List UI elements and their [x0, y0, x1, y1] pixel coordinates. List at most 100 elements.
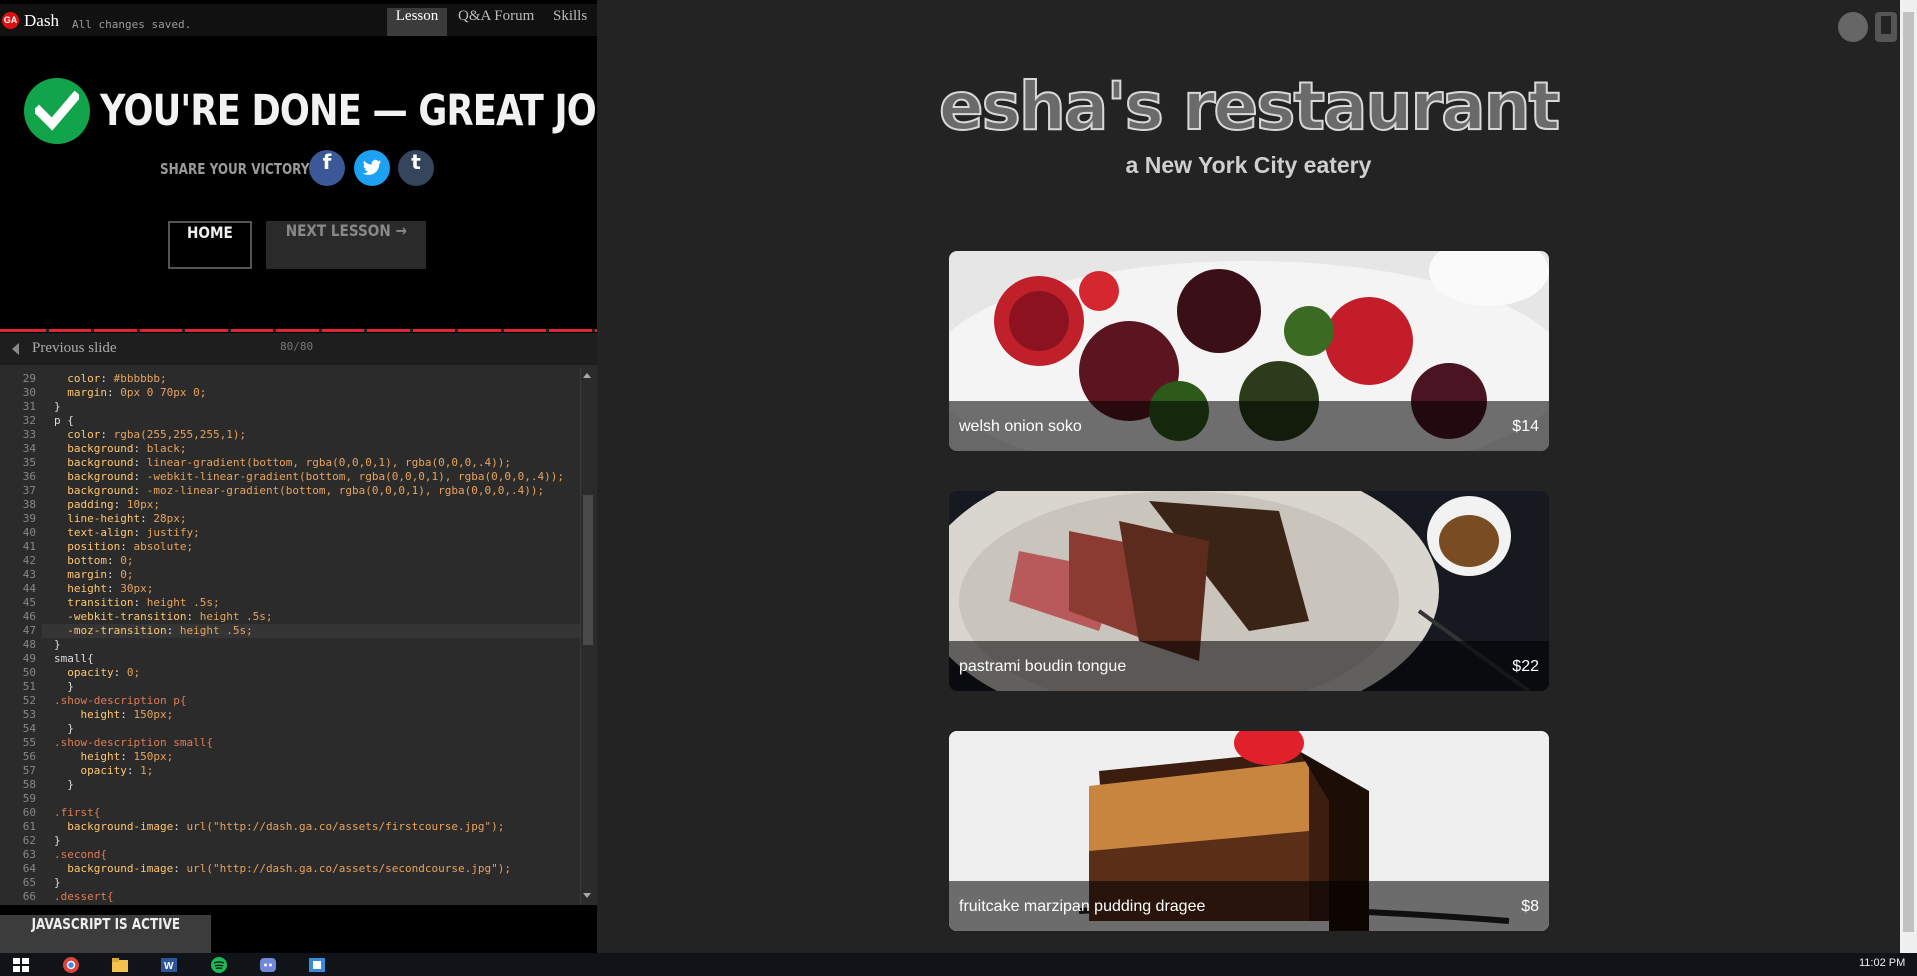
app-icon[interactable]	[308, 957, 326, 973]
code-line[interactable]: .show-description small{	[54, 736, 213, 750]
tab-qa-forum[interactable]: Q&A Forum	[450, 8, 542, 36]
code-line[interactable]: opacity: 0;	[54, 666, 140, 680]
line-number: 56	[22, 750, 36, 763]
line-number: 66	[22, 890, 36, 903]
code-line[interactable]: height: 150px;	[54, 708, 173, 722]
code-line[interactable]: transition: height .5s;	[54, 596, 219, 610]
twitter-icon[interactable]	[354, 150, 390, 186]
code-line[interactable]: -moz-transition: height .5s;	[54, 624, 252, 638]
dash-brand[interactable]: Dash	[24, 11, 59, 31]
progress-tick	[182, 329, 185, 332]
code-line[interactable]: height: 30px;	[54, 582, 153, 596]
scroll-down-icon[interactable]	[583, 893, 591, 898]
code-line[interactable]: position: absolute;	[54, 540, 193, 554]
code-line[interactable]: small{	[54, 652, 94, 666]
code-line[interactable]: .show-description p{	[54, 694, 186, 708]
code-line[interactable]: bottom: 0;	[54, 554, 133, 568]
line-number: 52	[22, 694, 36, 707]
line-number: 41	[22, 540, 36, 553]
code-line[interactable]: height: 150px;	[54, 750, 173, 764]
discord-icon[interactable]	[259, 957, 277, 973]
home-button-label: HOME	[187, 223, 233, 242]
code-line[interactable]: }	[54, 680, 74, 694]
lesson-panel: GA Dash All changes saved. Lesson Q&A Fo…	[0, 0, 638, 953]
line-number: 40	[22, 526, 36, 539]
code-line[interactable]: background-image: url("http://dash.ga.co…	[54, 820, 504, 834]
line-number: 47	[22, 624, 36, 637]
code-line[interactable]: margin: 0;	[54, 568, 133, 582]
next-lesson-button[interactable]: NEXT LESSON →	[266, 221, 426, 269]
file-explorer-icon[interactable]	[111, 957, 129, 973]
preview-scrollbar-thumb[interactable]	[1903, 12, 1914, 932]
check-icon	[24, 78, 90, 144]
progress-tick	[500, 329, 504, 332]
word-icon[interactable]: W	[160, 957, 178, 973]
chrome-icon[interactable]	[62, 957, 80, 973]
line-number: 61	[22, 820, 36, 833]
ga-logo-icon[interactable]: GA	[2, 12, 19, 29]
lesson-progress-bar	[0, 329, 597, 332]
line-number: 58	[22, 778, 36, 791]
view-toggle-icon[interactable]	[1838, 12, 1868, 42]
code-line[interactable]: -webkit-transition: height .5s;	[54, 610, 272, 624]
progress-tick	[455, 329, 458, 332]
code-line[interactable]: color: rgba(255,255,255,1);	[54, 428, 246, 442]
mobile-preview-icon[interactable]	[1875, 12, 1897, 42]
line-number: 37	[22, 484, 36, 497]
line-number: 32	[22, 414, 36, 427]
line-number: 31	[22, 400, 36, 413]
taskbar-clock[interactable]: 11:02 PM	[1859, 957, 1905, 969]
screen: GA Dash All changes saved. Lesson Q&A Fo…	[0, 0, 1917, 976]
line-number: 64	[22, 862, 36, 875]
tab-skills[interactable]: Skills	[545, 8, 595, 36]
code-line[interactable]: }	[54, 834, 61, 848]
completion-title: YOU'RE DONE — GREAT JOB!	[100, 86, 638, 136]
spotify-icon[interactable]	[210, 957, 228, 973]
windows-start-icon[interactable]	[12, 957, 30, 973]
line-number: 38	[22, 498, 36, 511]
code-line[interactable]: background: -moz-linear-gradient(bottom,…	[54, 484, 544, 498]
code-line[interactable]: background-image: url("http://dash.ga.co…	[54, 862, 511, 876]
code-line[interactable]: padding: 10px;	[54, 498, 160, 512]
code-line[interactable]: }	[54, 778, 74, 792]
code-line[interactable]: color: #bbbbbb;	[54, 372, 166, 386]
save-status: All changes saved.	[72, 18, 192, 31]
tab-lesson[interactable]: Lesson	[387, 8, 447, 36]
facebook-icon[interactable]: f	[309, 150, 345, 186]
progress-tick	[45, 329, 49, 332]
dish-card[interactable]: welsh onion soko $14	[949, 251, 1549, 451]
code-line[interactable]: background: -webkit-linear-gradient(bott…	[54, 470, 564, 484]
code-editor[interactable]: 29 30 31 32 33 34 35 36 37 38 39 40 41 42 43 44 45 46 47 48…	[0, 365, 597, 905]
code-line[interactable]: }	[54, 400, 61, 414]
code-line[interactable]: p {	[54, 414, 74, 428]
line-number: 30	[22, 386, 36, 399]
line-gutter: 29 30 31 32 33 34 35 36 37 38 39 40 41 42 43 44 45 46 47 48…	[0, 365, 42, 905]
line-number: 42	[22, 554, 36, 567]
code-line[interactable]: }	[54, 638, 61, 652]
code-line[interactable]: line-height: 28px;	[54, 512, 186, 526]
dish-card[interactable]: fruitcake marzipan pudding dragee $8	[949, 731, 1549, 931]
code-line[interactable]: background: black;	[54, 442, 186, 456]
editor-scrollbar-thumb[interactable]	[583, 495, 593, 645]
line-number: 55	[22, 736, 36, 749]
dish-card[interactable]: pastrami boudin tongue $22	[949, 491, 1549, 691]
line-number: 45	[22, 596, 36, 609]
code-line[interactable]: }	[54, 876, 61, 890]
code-line[interactable]: .second{	[54, 848, 107, 862]
line-number: 49	[22, 652, 36, 665]
scroll-up-icon[interactable]	[583, 373, 591, 378]
code-line[interactable]: background: linear-gradient(bottom, rgba…	[54, 456, 511, 470]
code-line[interactable]: text-align: justify;	[54, 526, 199, 540]
code-line[interactable]: margin: 0px 0 70px 0;	[54, 386, 206, 400]
code-line[interactable]: .dessert{	[54, 890, 114, 904]
previous-slide-link[interactable]: Previous slide	[32, 340, 117, 357]
tumblr-icon[interactable]: t	[398, 150, 434, 186]
chevron-left-icon[interactable]	[12, 343, 19, 355]
restaurant-subtitle: a New York City eatery	[1125, 152, 1372, 178]
code-line[interactable]: }	[54, 722, 74, 736]
code-line[interactable]: .first{	[54, 806, 100, 820]
slide-counter: 80/80	[280, 340, 314, 353]
code-line[interactable]: opacity: 1;	[54, 764, 153, 778]
home-button[interactable]: HOME	[168, 221, 252, 269]
share-label: SHARE YOUR VICTORY:	[160, 160, 314, 178]
